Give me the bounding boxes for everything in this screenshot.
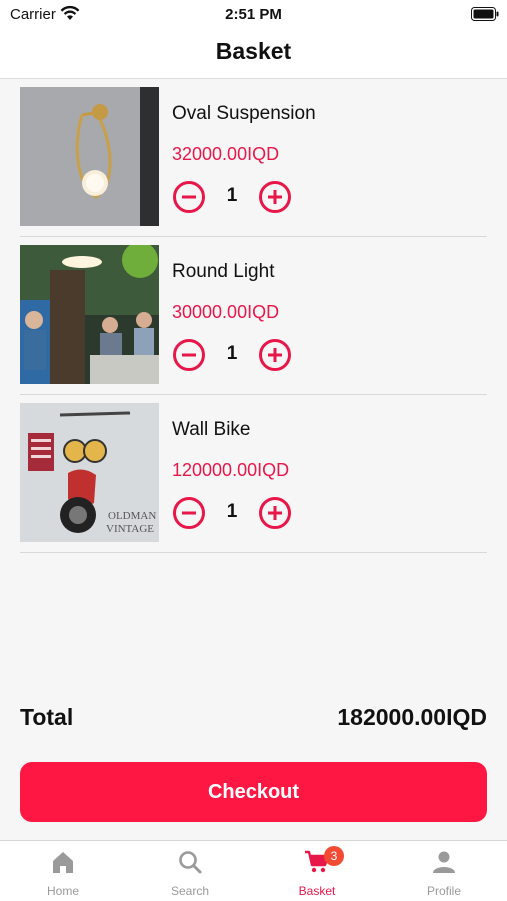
product-price: 32000.00IQD	[172, 144, 280, 164]
status-bar: Carrier 2:51 PM	[0, 0, 507, 28]
decrease-quantity-button[interactable]	[173, 181, 205, 213]
quantity-value: 1	[226, 185, 238, 206]
product-image-oval-suspension[interactable]	[20, 87, 159, 226]
product-price: 120000.00IQD	[172, 460, 290, 480]
total-label: Total	[20, 704, 74, 730]
basket-item: Oval Suspension 32000.00IQD 1	[20, 79, 487, 237]
tab-bar: Home Search 3 Basket Profile	[0, 840, 507, 901]
status-time: 2:51 PM	[225, 6, 282, 23]
product-price: 30000.00IQD	[172, 302, 280, 322]
bike-sign-text-2: VINTAGE	[106, 523, 154, 535]
profile-icon	[433, 851, 455, 873]
product-image-round-light[interactable]	[20, 245, 159, 384]
tab-label: Home	[46, 884, 79, 898]
tab-profile[interactable]: Profile	[381, 841, 507, 901]
tab-label: Profile	[426, 884, 461, 898]
checkout-button[interactable]: Checkout	[20, 762, 487, 822]
tab-label: Search	[170, 884, 210, 898]
tab-label: Basket	[298, 884, 336, 898]
product-name: Wall Bike	[172, 419, 251, 440]
product-image-wall-bike[interactable]: OLDMAN VINTAGE	[20, 403, 159, 542]
search-icon	[179, 851, 202, 874]
home-icon	[53, 852, 73, 873]
page-title: Basket	[215, 38, 292, 64]
total-value: 182000.00IQD	[337, 704, 487, 730]
quantity-value: 1	[226, 501, 238, 522]
bike-sign-text-1: OLDMAN	[108, 510, 156, 522]
tab-basket[interactable]: 3 Basket	[254, 841, 380, 901]
basket-item: OLDMAN VINTAGE Wall Bike 120000.00IQD 1	[20, 395, 487, 553]
quantity-value: 1	[226, 343, 238, 364]
product-name: Oval Suspension	[172, 103, 316, 124]
tab-search[interactable]: Search	[127, 841, 253, 901]
basket-item: Round Light 30000.00IQD 1	[20, 237, 487, 395]
nav-header: Basket	[0, 28, 507, 79]
decrease-quantity-button[interactable]	[173, 339, 205, 371]
product-name: Round Light	[172, 261, 275, 282]
increase-quantity-button[interactable]	[259, 497, 291, 529]
increase-quantity-button[interactable]	[259, 181, 291, 213]
decrease-quantity-button[interactable]	[173, 497, 205, 529]
cart-count-badge: 3	[324, 846, 344, 866]
tab-home[interactable]: Home	[0, 841, 126, 901]
increase-quantity-button[interactable]	[259, 339, 291, 371]
battery-icon	[471, 7, 499, 21]
